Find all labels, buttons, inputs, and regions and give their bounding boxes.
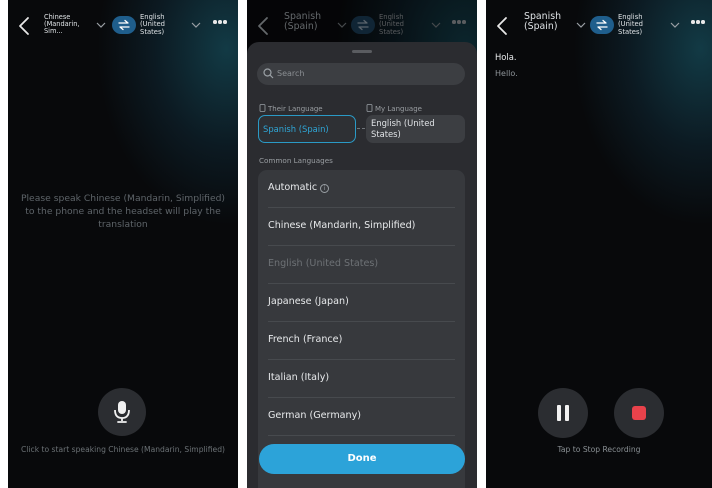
sheet-drag-handle[interactable] (352, 50, 372, 53)
original-text: Hola. (495, 52, 517, 62)
source-language-selector[interactable]: Spanish (Spain) (524, 12, 574, 32)
phone-icon (259, 104, 266, 112)
back-arrow-icon[interactable] (18, 16, 30, 36)
swap-arrows-icon (596, 19, 608, 31)
language-option[interactable]: Japanese (Japan) (268, 284, 455, 322)
source-language-label: Chinese (Mandarin, Sim... (44, 13, 80, 35)
target-language-selector[interactable]: English (United States) (140, 13, 190, 36)
target-language-selector[interactable]: English (United States) (618, 13, 668, 36)
screen-idle: Chinese (Mandarin, Sim... English (Unite… (8, 0, 238, 488)
language-option[interactable]: Chinese (Mandarin, Simplified) (268, 208, 455, 246)
language-option[interactable]: German (Germany) (268, 398, 455, 436)
translated-text: Hello. (495, 69, 518, 78)
their-language-field[interactable]: Spanish (Spain) (258, 115, 356, 143)
top-bar: Chinese (Mandarin, Sim... English (Unite… (8, 12, 238, 40)
language-link-divider (357, 128, 365, 129)
swap-languages-button[interactable] (590, 16, 614, 34)
search-input[interactable]: Search (257, 63, 465, 85)
search-placeholder: Search (277, 69, 305, 78)
language-option-disabled: English (United States) (268, 246, 455, 284)
info-icon[interactable]: i (320, 184, 330, 193)
start-speaking-hint: Click to start speaking Chinese (Mandari… (21, 445, 225, 454)
my-language-heading: My Language (366, 104, 422, 113)
language-option[interactable]: French (France) (268, 322, 455, 360)
headset-icon (366, 104, 373, 112)
language-option-automatic[interactable]: Automatic i (268, 170, 455, 208)
swap-languages-button[interactable] (112, 16, 136, 34)
language-picker-sheet: Search Their Language My Language Spanis… (247, 42, 477, 488)
back-arrow-icon[interactable] (496, 16, 508, 36)
common-languages-heading: Common Languages (259, 156, 333, 165)
target-language-label: English (United States) (618, 13, 643, 36)
more-options-icon[interactable] (691, 20, 705, 26)
chevron-down-icon[interactable] (576, 21, 586, 29)
microphone-icon (114, 401, 130, 423)
stop-recording-hint: Tap to Stop Recording (557, 445, 641, 454)
instruction-message: Please speak Chinese (Mandarin, Simplifi… (20, 193, 226, 231)
my-language-field[interactable]: English (United States) (366, 115, 465, 143)
stop-icon (632, 406, 646, 420)
chevron-down-icon[interactable] (191, 21, 201, 29)
language-option[interactable]: Italian (Italy) (268, 360, 455, 398)
stop-recording-button[interactable] (614, 388, 664, 438)
source-language-selector[interactable]: Chinese (Mandarin, Sim... (44, 14, 94, 35)
target-language-label: English (United States) (140, 13, 165, 36)
pause-button[interactable] (538, 388, 588, 438)
top-bar: Spanish (Spain) English (United States) (486, 12, 712, 40)
microphone-button[interactable] (98, 388, 146, 436)
swap-arrows-icon (118, 19, 130, 31)
chevron-down-icon[interactable] (670, 21, 680, 29)
their-language-heading: Their Language (259, 104, 323, 113)
screen-language-picker: Spanish (Spain) English (United States) … (247, 0, 477, 488)
chevron-down-icon[interactable] (96, 21, 106, 29)
search-icon (263, 68, 274, 79)
language-list: Automatic i Chinese (Mandarin, Simplified… (258, 170, 465, 488)
source-language-label: Spanish (Spain) (524, 11, 562, 32)
done-button[interactable]: Done (259, 444, 465, 474)
screen-recording: Spanish (Spain) English (United States) … (486, 0, 712, 488)
more-options-icon[interactable] (213, 20, 227, 26)
